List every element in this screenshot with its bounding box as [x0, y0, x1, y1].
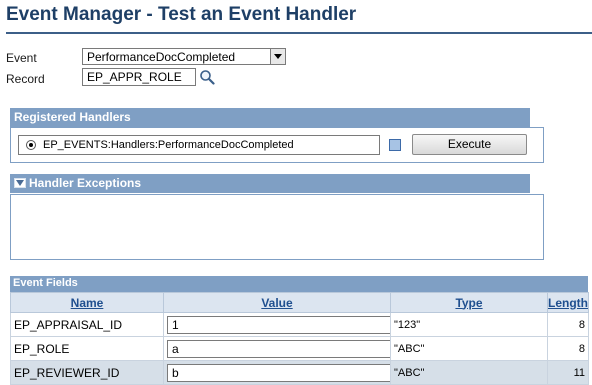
field-value-cell: b	[163, 360, 391, 385]
column-header-name[interactable]: Name	[10, 292, 164, 313]
field-value-cell: 1	[163, 312, 391, 337]
field-name: EP_REVIEWER_ID	[10, 360, 164, 385]
field-type: "ABC"	[390, 360, 548, 385]
field-value-input[interactable]: b	[167, 363, 390, 382]
table-row: EP_REVIEWER_ID b "ABC" 11	[10, 360, 589, 385]
page-title: Event Manager - Test an Event Handler	[6, 4, 357, 25]
field-type: "123"	[390, 312, 548, 337]
magnifier-icon[interactable]	[199, 69, 215, 85]
handler-row[interactable]: EP_EVENTS:Handlers:PerformanceDocComplet…	[18, 135, 380, 155]
field-name: EP_ROLE	[10, 336, 164, 361]
handler-name: EP_EVENTS:Handlers:PerformanceDocComplet…	[43, 139, 294, 151]
field-length: 11	[547, 360, 589, 385]
field-value-input[interactable]: a	[167, 339, 390, 358]
title-divider	[6, 32, 592, 34]
handler-exceptions-header[interactable]: Handler Exceptions	[10, 174, 530, 193]
column-header-value[interactable]: Value	[163, 292, 391, 313]
field-length: 8	[547, 312, 589, 337]
table-row: EP_ROLE a "ABC" 8	[10, 336, 589, 361]
field-value-cell: a	[163, 336, 391, 361]
collapse-triangle-icon[interactable]	[14, 178, 26, 188]
execute-button[interactable]: Execute	[412, 134, 527, 155]
handler-radio[interactable]	[26, 140, 36, 150]
handler-exceptions-title: Handler Exceptions	[29, 176, 142, 190]
record-input[interactable]: EP_APPR_ROLE	[82, 68, 196, 86]
event-label: Event	[6, 51, 37, 65]
registered-handlers-header: Registered Handlers	[10, 108, 530, 127]
field-value-input[interactable]: 1	[167, 315, 390, 334]
chevron-down-icon[interactable]	[270, 49, 285, 64]
field-name: EP_APPRAISAL_ID	[10, 312, 164, 337]
event-dropdown[interactable]: PerformanceDocCompleted	[82, 48, 286, 65]
handler-checkbox[interactable]	[389, 139, 401, 151]
event-fields-header: Event Fields	[10, 276, 588, 292]
record-label: Record	[6, 72, 45, 86]
column-header-length[interactable]: Length	[547, 292, 589, 313]
handler-exceptions-panel	[10, 194, 544, 260]
field-length: 8	[547, 336, 589, 361]
event-fields-grid: Name Value Type Length EP_APPRAISAL_ID 1…	[10, 292, 589, 385]
column-header-type[interactable]: Type	[390, 292, 548, 313]
event-dropdown-value: PerformanceDocCompleted	[87, 50, 236, 64]
table-row: EP_APPRAISAL_ID 1 "123" 8	[10, 312, 589, 337]
field-type: "ABC"	[390, 336, 548, 361]
